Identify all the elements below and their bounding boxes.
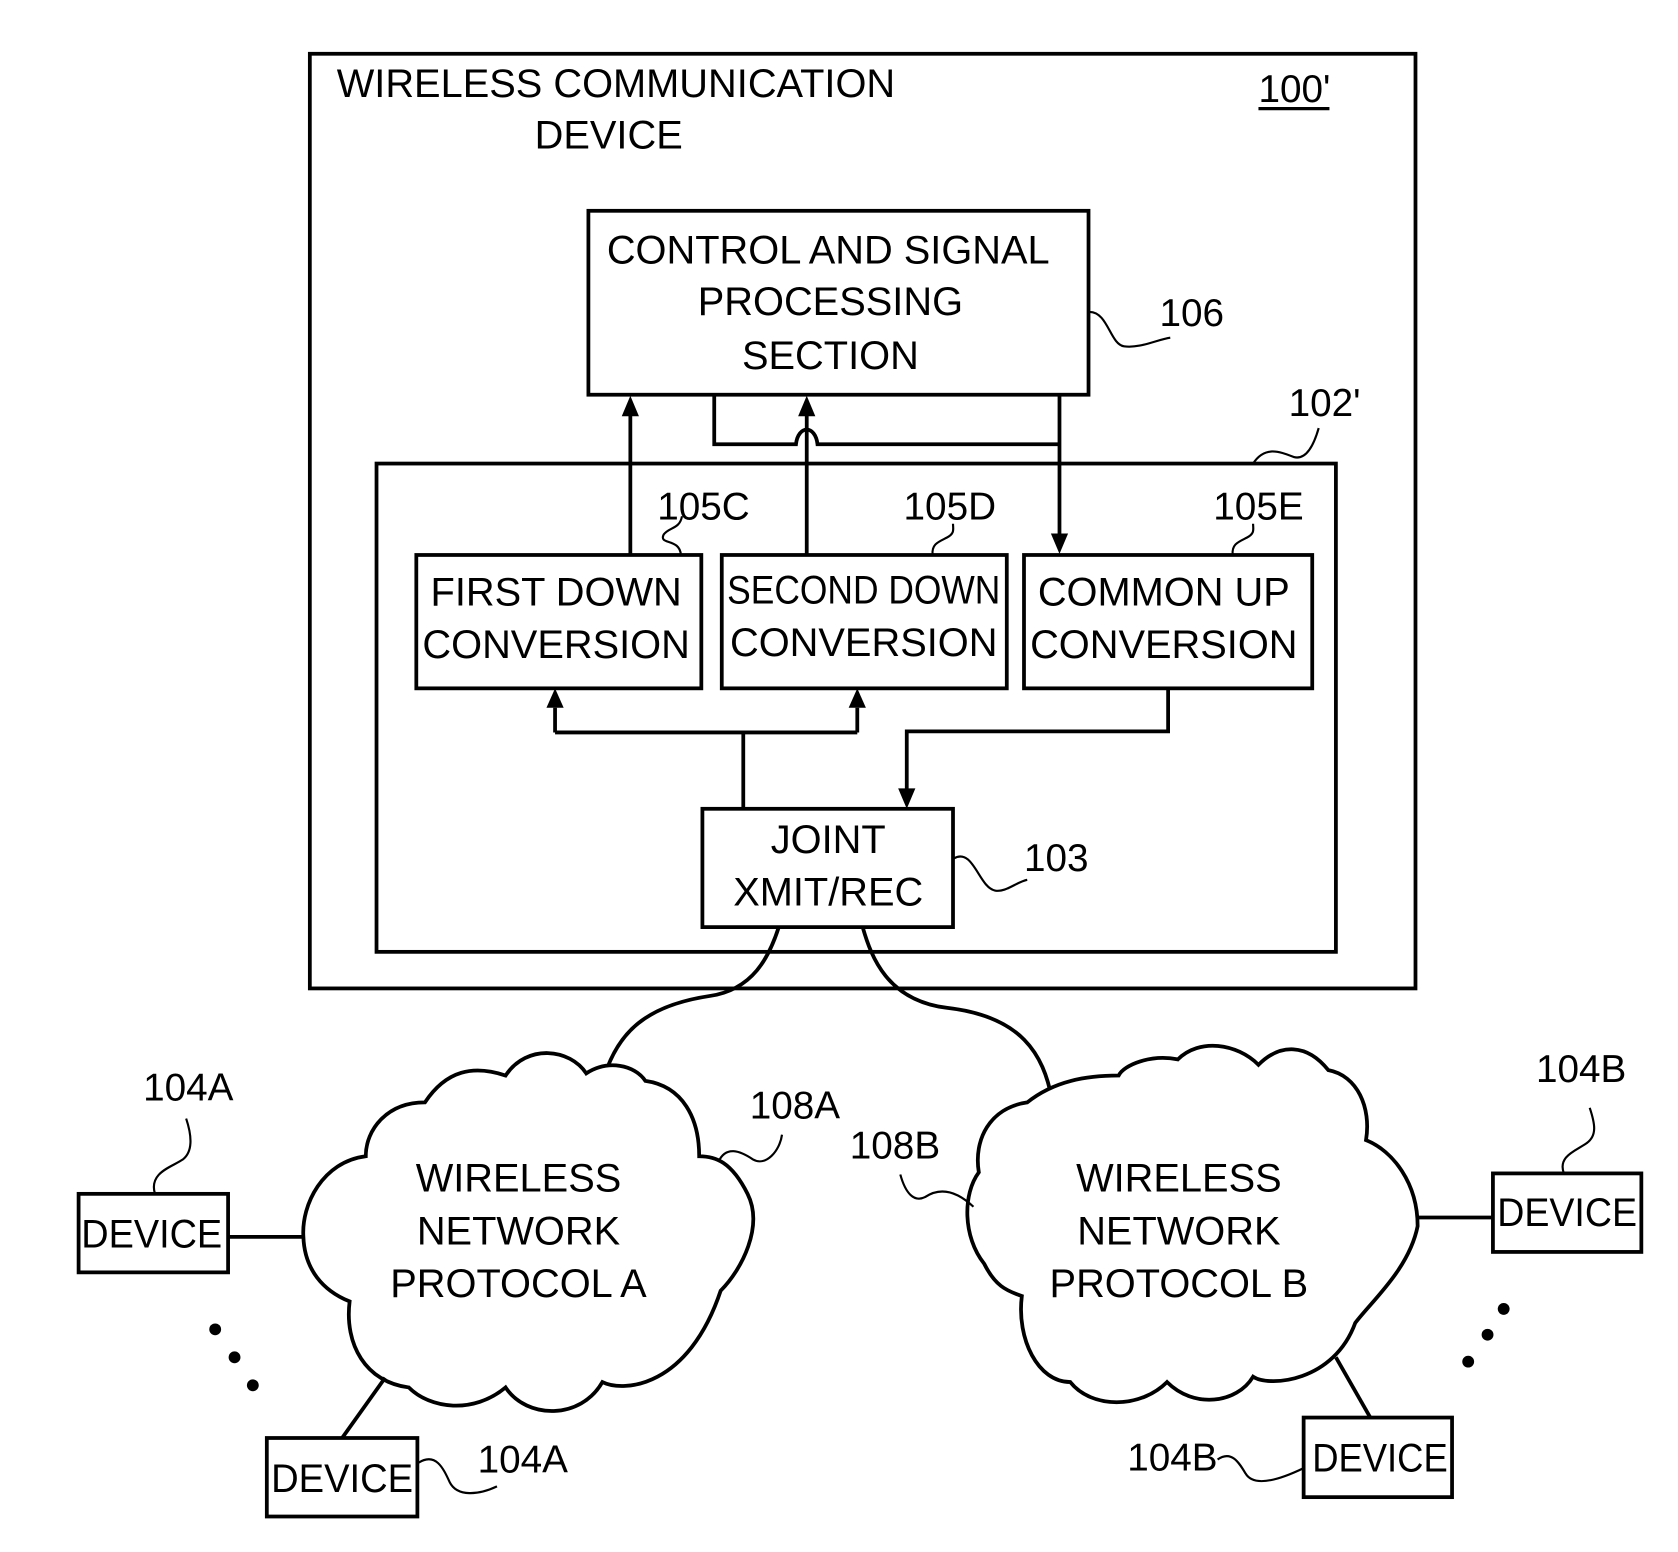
network-b-line3: PROTOCOL B [1050,1262,1309,1306]
second-down-line2: CONVERSION [730,621,997,665]
network-a-line1: WIRELESS [416,1157,622,1201]
joint-line2: XMIT/REC [733,871,923,915]
network-a-line2: NETWORK [417,1209,621,1253]
device-b1-ref-label: 104B [1536,1048,1626,1091]
transceiver-ref-label: 102' [1289,382,1361,425]
ellipsis-dots-a [209,1323,259,1392]
device-a2-ref-label: 104A [478,1438,569,1481]
network-b-line2: NETWORK [1077,1209,1281,1253]
device-ref-label: 100' [1258,68,1330,111]
control-line2: PROCESSING [698,280,963,324]
device-b2-ref-label: 104B [1127,1436,1217,1479]
device-a1-ref-leader [152,1118,192,1195]
network-b-ref-label: 108B [850,1124,940,1167]
control-ref-label: 106 [1160,292,1225,335]
network-a-line3: PROTOCOL A [390,1262,647,1306]
common-up-line1: COMMON UP [1038,571,1290,615]
control-line1: CONTROL AND SIGNAL [607,229,1050,273]
device-title-line2: DEVICE [535,113,683,157]
network-b-ref-leader [899,1174,975,1208]
second-down-ref-label: 105D [904,485,997,528]
control-line3: SECTION [742,334,919,378]
network-b-line1: WIRELESS [1076,1157,1282,1201]
common-up-ref-label: 105E [1213,485,1303,528]
joint-ref-label: 103 [1024,837,1089,880]
second-down-line1: SECOND DOWN [727,568,1000,612]
common-up-line2: CONVERSION [1030,623,1297,667]
ellipsis-dots-b [1462,1303,1510,1368]
device-b1-label: DEVICE [1497,1191,1637,1235]
device-a1-ref-label: 104A [143,1066,234,1109]
first-down-line2: CONVERSION [422,623,689,667]
device-b1-ref-leader [1561,1107,1596,1174]
device-title-line1: WIRELESS COMMUNICATION [337,62,895,106]
joint-line1: JOINT [771,818,886,862]
device-b2-label: DEVICE [1312,1436,1448,1480]
patent-figure: WIRELESS COMMUNICATION DEVICE 100' CONTR… [76,51,1644,1519]
network-a-ref-label: 108A [750,1085,841,1128]
device-b2-link [1334,1356,1372,1419]
first-down-line1: FIRST DOWN [431,571,682,615]
device-a2-link [340,1376,387,1440]
device-a1-label: DEVICE [81,1213,222,1257]
device-b2-ref-leader [1216,1455,1305,1483]
device-a2-label: DEVICE [271,1457,413,1501]
first-down-ref-label: 105C [657,485,750,528]
network-a-ref-leader [717,1134,784,1163]
